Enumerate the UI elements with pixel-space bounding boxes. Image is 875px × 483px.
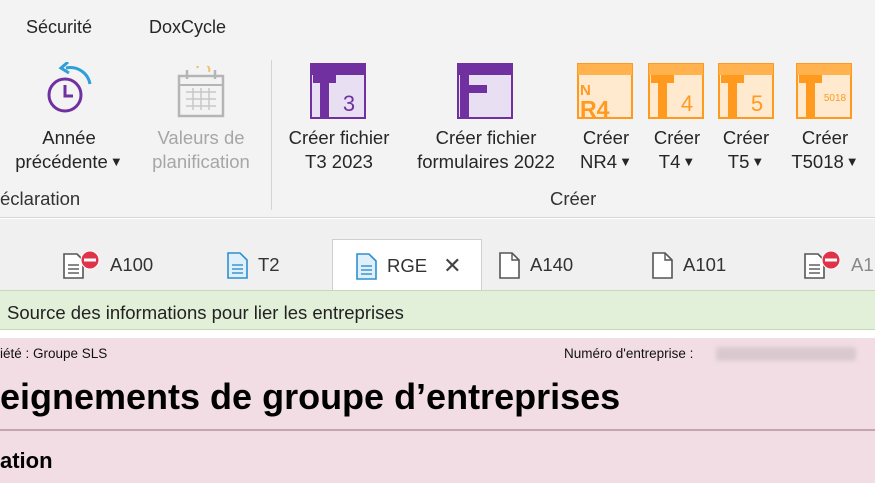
form-line2: formulaires 2022 [417,151,555,172]
form-divider [0,429,875,431]
t3-line1: Créer fichier [288,127,390,148]
form-area: iété : Groupe SLS Numéro d'entreprise : … [0,338,875,483]
company-label: iété : Groupe SLS [0,346,108,361]
business-number-label: Numéro d'entreprise : [564,346,694,361]
tab-label: A100 [110,253,154,275]
info-bar: Source des informations pour lier les en… [0,290,875,330]
svg-text:5: 5 [751,91,763,116]
tab-label: RGE [387,254,428,276]
document-icon [227,251,248,279]
t3-file-icon: 3 [310,63,366,119]
section-title: ation [0,448,53,473]
caret-down-icon: ▼ [109,154,123,169]
close-icon[interactable]: ✕ [443,254,461,277]
t4-line1: Créer [653,127,701,148]
valeurs-line2: planification [152,151,250,172]
document-error-icon [63,250,100,279]
t5-file-icon: 5 [718,63,774,119]
t5-line2: T5 [727,151,750,172]
clock-back-icon [47,62,92,113]
caret-down-icon: ▼ [751,154,765,169]
business-number-value [716,347,856,361]
blank-document-icon [499,251,520,279]
document-tab-bar: A100 T2 RGE ✕ A140 A101 A1 [0,219,875,291]
ribbon: Sécurité DoxCycle Année précédente ▼ Vale [0,0,875,218]
f-file-icon [457,63,513,119]
tab-a101[interactable]: A101 [651,239,726,290]
nr4-file-icon: N R4 [577,63,633,119]
menu-tab-doxcycle[interactable]: DoxCycle [149,17,226,38]
info-bar-text: Source des informations pour lier les en… [7,302,404,323]
blank-document-icon [652,251,673,279]
t3-line2: T3 2023 [305,151,373,172]
calendar-icon [177,66,225,118]
group-label-declaration: éclaration [0,188,81,209]
ribbon-separator [271,60,272,210]
annee-line2: précédente [15,151,108,172]
t5018-file-icon: 5018 [796,63,852,119]
tab-t2[interactable]: T2 [226,239,280,290]
tab-label: T2 [258,253,280,275]
t4-file-icon: 4 [648,63,704,119]
form-title: eignements de groupe d’entreprises [0,376,621,417]
menu-tab-securite[interactable]: Sécurité [26,17,92,38]
tab-a1[interactable]: A1 [803,239,874,290]
caret-down-icon: ▼ [682,154,696,169]
t4-line2: T4 [658,151,681,172]
t3-icon-text: 3 [343,91,355,116]
svg-text:R4: R4 [580,96,610,119]
annee-line1: Année [42,127,96,148]
nr4-line2: NR4 [580,151,618,172]
form-line1: Créer fichier [435,127,537,148]
tab-label: A1 [851,253,874,275]
tab-a100[interactable]: A100 [62,239,153,290]
tab-label: A140 [530,253,574,275]
document-error-icon [804,250,841,279]
tab-rge[interactable]: RGE ✕ [332,239,482,291]
t5018-line1: Créer [801,127,849,148]
tab-a140[interactable]: A140 [498,239,573,290]
caret-down-icon: ▼ [845,154,859,169]
valeurs-line1: Valeurs de [157,127,245,148]
nr4-line1: Créer [582,127,630,148]
t5018-line2: T5018 [791,151,844,172]
t5-line1: Créer [722,127,770,148]
svg-text:5018: 5018 [824,93,847,104]
group-label-creer: Créer [550,188,597,209]
svg-text:4: 4 [681,91,693,116]
document-icon [356,252,377,280]
tab-label: A101 [683,253,727,275]
caret-down-icon: ▼ [619,154,632,169]
